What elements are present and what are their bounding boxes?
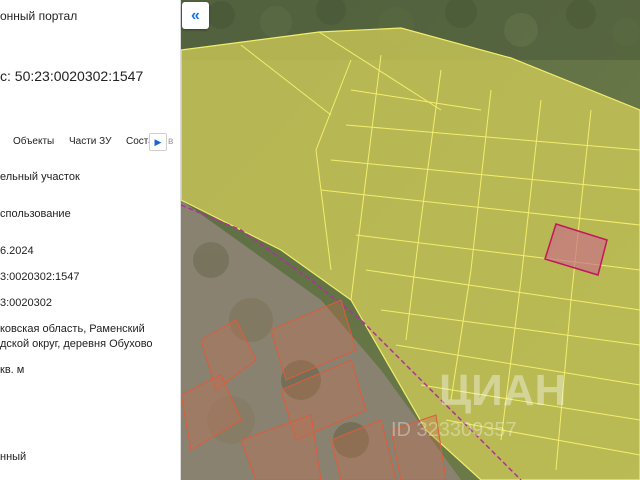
collapse-panel-button[interactable]: « [182,2,209,29]
portal-title: онный портал [0,9,78,23]
field-area: кв. м [0,364,25,376]
field-cadastral-number: 3:0020302:1547 [0,271,80,283]
watermark-id: ID 323309357 [391,419,517,441]
tab-parcel-parts[interactable]: Части ЗУ [69,136,111,147]
field-address-line1: ковская область, Раменский [0,323,145,335]
tabs-scroll-right-button[interactable]: ▶ [149,133,167,151]
tab-objects[interactable]: Объекты [13,136,54,147]
field-date: 6.2024 [0,245,34,257]
field-status: нный [0,451,27,463]
cadastral-map[interactable]: ЦИАН ID 323309357 [181,0,640,480]
info-panel: онный портал с: 50:23:0020302:1547 Объек… [0,0,181,480]
cadastral-number-heading: с: 50:23:0020302:1547 [0,68,144,84]
map-canvas[interactable]: ЦИАН ID 323309357 [181,0,640,480]
watermark-logo: ЦИАН [439,366,566,415]
double-chevron-left-icon: « [191,6,200,24]
field-permitted-use: спользование [0,208,71,220]
field-address-line2: дской округ, деревня Обухово [0,338,153,350]
field-cadastral-quarter: 3:0020302 [0,297,52,309]
chevron-right-icon: ▶ [154,136,162,147]
field-object-type: ельный участок [0,171,80,183]
tab-overflow-label: в [168,136,174,147]
